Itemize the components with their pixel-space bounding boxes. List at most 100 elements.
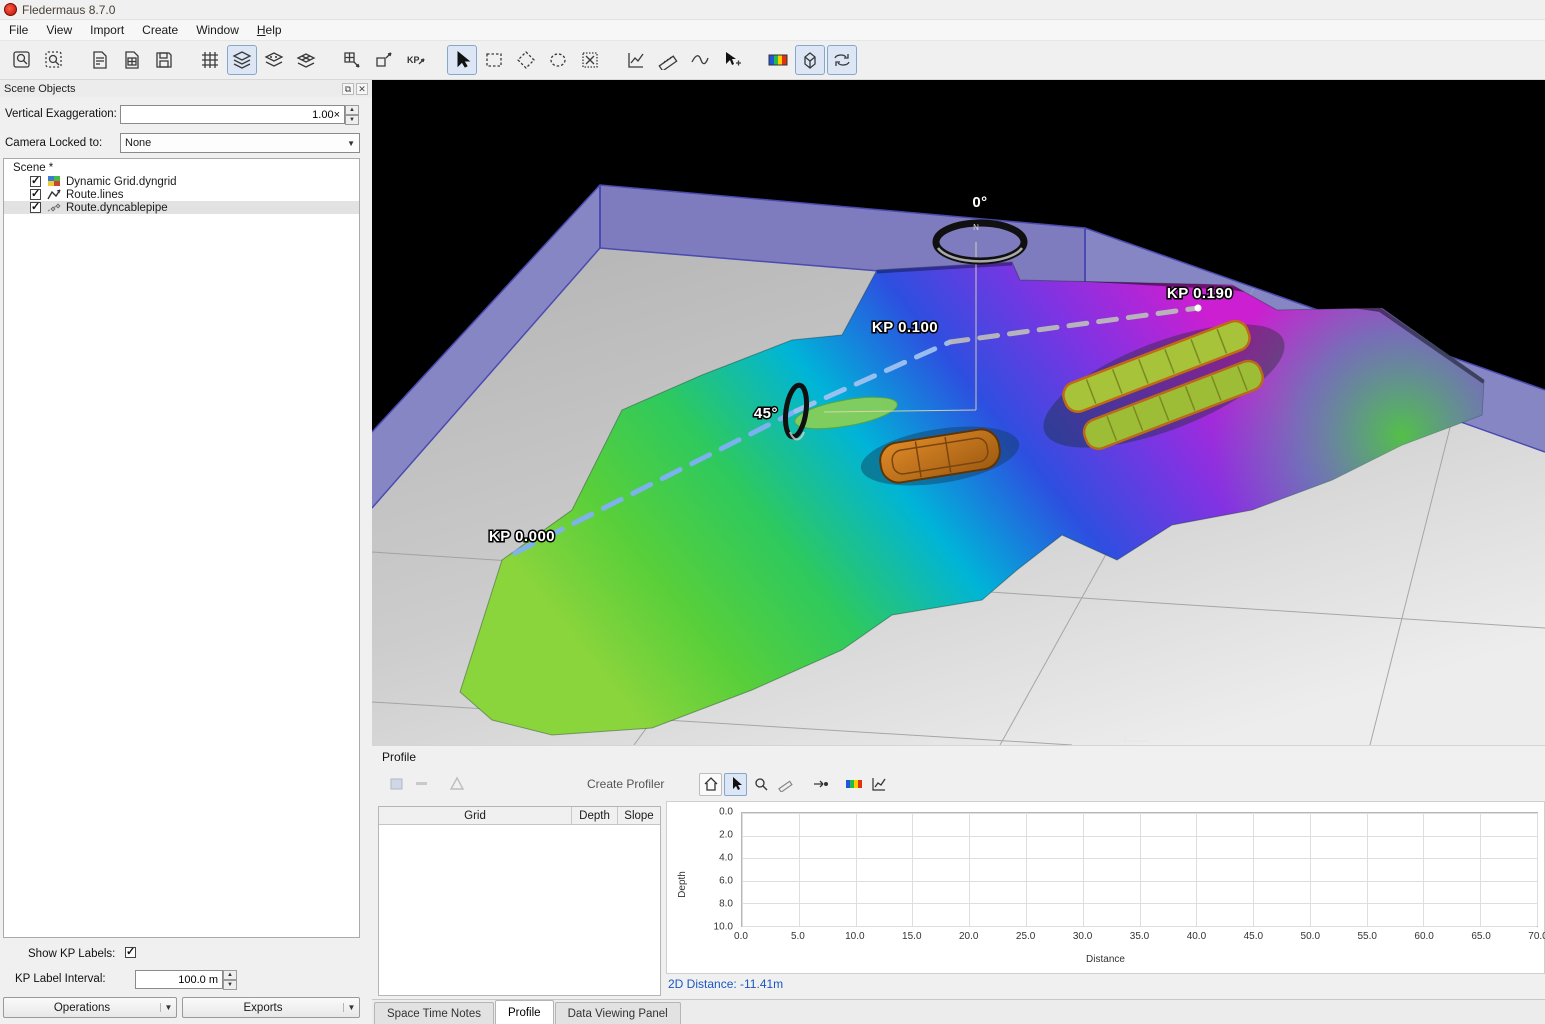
application-window: Fledermaus 8.7.0 File View Import Create…	[0, 0, 1545, 1024]
profile-colormap-button[interactable]	[842, 773, 865, 796]
column-header-depth[interactable]: Depth	[572, 807, 618, 824]
column-header-grid[interactable]: Grid	[379, 807, 572, 824]
visibility-checkbox[interactable]	[30, 176, 41, 187]
rectangle-select-button[interactable]	[479, 45, 509, 75]
zoom-tool-button[interactable]	[7, 45, 37, 75]
tree-item-route-dyncablepipe[interactable]: Route.dyncablepipe	[4, 201, 359, 214]
compass-heading-label: 0°	[972, 194, 987, 211]
scene-tree-root[interactable]: Scene *	[4, 159, 359, 175]
chart-gridline-x	[742, 813, 743, 926]
visibility-checkbox[interactable]	[30, 202, 41, 213]
scene-3d-viewport[interactable]: N 0° 45° KP 0.000 KP 0.100 KP 0.190	[372, 80, 1545, 745]
menu-view[interactable]: View	[37, 21, 81, 39]
scene-objects-header[interactable]: Scene Objects ⧉ ✕	[0, 80, 372, 97]
lines-layer-icon	[47, 188, 62, 201]
pick-add-cursor-button[interactable]	[717, 45, 747, 75]
chart-gridline-x	[969, 813, 970, 926]
profile-cursor-button[interactable]	[724, 773, 747, 796]
layers-points-button[interactable]	[259, 45, 289, 75]
spin-down-icon[interactable]: ▼	[345, 115, 359, 125]
surface-layers-button[interactable]	[227, 45, 257, 75]
tab-data-viewing-panel[interactable]: Data Viewing Panel	[555, 1002, 681, 1024]
profile-chart-button[interactable]	[867, 773, 890, 796]
scale-grid-tool-button[interactable]	[369, 45, 399, 75]
profile-zoom-button[interactable]	[749, 773, 772, 796]
kp-label-interval-input[interactable]	[135, 970, 223, 989]
shift-grid-tool-button[interactable]	[337, 45, 367, 75]
zoom-select-tool-button[interactable]	[39, 45, 69, 75]
chart-x-tick-label: 65.0	[1471, 931, 1490, 942]
chart-y-axis-label: Depth	[677, 871, 688, 898]
grid-table-button[interactable]	[195, 45, 225, 75]
vertical-exaggeration-input[interactable]	[120, 105, 345, 124]
chart-y-tick-label: 6.0	[719, 876, 733, 887]
polygon-select-button[interactable]	[511, 45, 541, 75]
clear-selection-button[interactable]	[575, 45, 605, 75]
column-header-slope[interactable]: Slope	[618, 807, 660, 824]
profile-toolbar: Create Profiler	[372, 770, 1545, 798]
measure-tool-button[interactable]	[653, 45, 683, 75]
sync-views-button[interactable]	[827, 45, 857, 75]
layers-mesh-button[interactable]	[291, 45, 321, 75]
open-data-file-button[interactable]	[85, 45, 115, 75]
scene-objects-title: Scene Objects	[4, 83, 340, 95]
kp-interval-spinner[interactable]: ▲▼	[223, 970, 237, 989]
chart-view-button[interactable]	[621, 45, 651, 75]
pitch-angle-label: 45°	[754, 405, 778, 422]
profile-pick-button[interactable]	[809, 773, 832, 796]
vertical-exaggeration-spinner[interactable]: ▲▼	[345, 105, 359, 124]
operations-button[interactable]: Operations ▼	[3, 997, 177, 1018]
bottom-tab-bar: Space Time Notes Profile Data Viewing Pa…	[372, 999, 1545, 1024]
lasso-select-button[interactable]	[543, 45, 573, 75]
save-button[interactable]	[149, 45, 179, 75]
panel-close-icon[interactable]: ✕	[356, 83, 368, 95]
panel-float-icon[interactable]: ⧉	[342, 83, 354, 95]
table-body-empty[interactable]	[379, 825, 660, 995]
tree-item-dynamic-grid[interactable]: Dynamic Grid.dyngrid	[4, 175, 359, 188]
chart-x-tick-label: 30.0	[1073, 931, 1092, 942]
menu-import[interactable]: Import	[81, 21, 133, 39]
kp-icon-text: KP	[407, 55, 420, 65]
kp-tool-button[interactable]: KP	[401, 45, 431, 75]
home-view-button[interactable]	[699, 773, 722, 796]
menu-help[interactable]: Help	[248, 21, 291, 39]
profile-measure-button[interactable]	[774, 773, 797, 796]
profile-curve-button[interactable]	[685, 45, 715, 75]
create-profiler-label[interactable]: Create Profiler	[587, 777, 664, 791]
profile-chart[interactable]: Depth 0.02.04.06.08.010.0 0.05.010.015.0…	[666, 801, 1545, 974]
kp-label-1: KP 0.100	[872, 319, 938, 336]
chart-gridline-x	[1196, 813, 1197, 926]
menu-file[interactable]: File	[0, 21, 37, 39]
spin-up-icon[interactable]: ▲	[345, 105, 359, 115]
tab-space-time-notes[interactable]: Space Time Notes	[374, 1002, 494, 1024]
chart-x-axis-label: Distance	[1086, 954, 1125, 965]
chart-gridline-x	[1253, 813, 1254, 926]
exports-button[interactable]: Exports ▼	[182, 997, 360, 1018]
spin-up-icon[interactable]: ▲	[223, 970, 237, 980]
visibility-checkbox[interactable]	[30, 189, 41, 200]
menu-window[interactable]: Window	[187, 21, 248, 39]
profile-grid-table[interactable]: Grid Depth Slope	[378, 806, 661, 996]
tab-profile[interactable]: Profile	[495, 1000, 554, 1024]
camera-locked-dropdown[interactable]: None ▼	[120, 133, 360, 153]
chart-gridline-x	[1423, 813, 1424, 926]
chart-x-tick-label: 55.0	[1357, 931, 1376, 942]
title-bar[interactable]: Fledermaus 8.7.0	[0, 0, 1545, 20]
menu-create[interactable]: Create	[133, 21, 187, 39]
profile-triangle-tool-button[interactable]	[445, 773, 468, 796]
app-icon	[4, 3, 17, 16]
chart-x-tick-label: 20.0	[959, 931, 978, 942]
bounding-cube-button[interactable]	[795, 45, 825, 75]
open-document-button[interactable]	[117, 45, 147, 75]
spin-down-icon[interactable]: ▼	[223, 980, 237, 990]
select-cursor-button[interactable]	[447, 45, 477, 75]
profile-box-tool-button[interactable]	[385, 773, 408, 796]
scene-tree[interactable]: Scene * Dynamic Grid.dyngrid Route.lines…	[3, 158, 360, 938]
camera-locked-label: Camera Locked to:	[5, 137, 102, 149]
profile-remove-button[interactable]	[410, 773, 433, 796]
profile-plot[interactable]	[741, 812, 1538, 927]
show-kp-labels-checkbox[interactable]	[125, 947, 136, 958]
colormap-button[interactable]	[763, 45, 793, 75]
tree-item-route-lines[interactable]: Route.lines	[4, 188, 359, 201]
kp-controls: Show KP Labels: KP Label Interval: ▲▼ Op…	[0, 940, 372, 1024]
